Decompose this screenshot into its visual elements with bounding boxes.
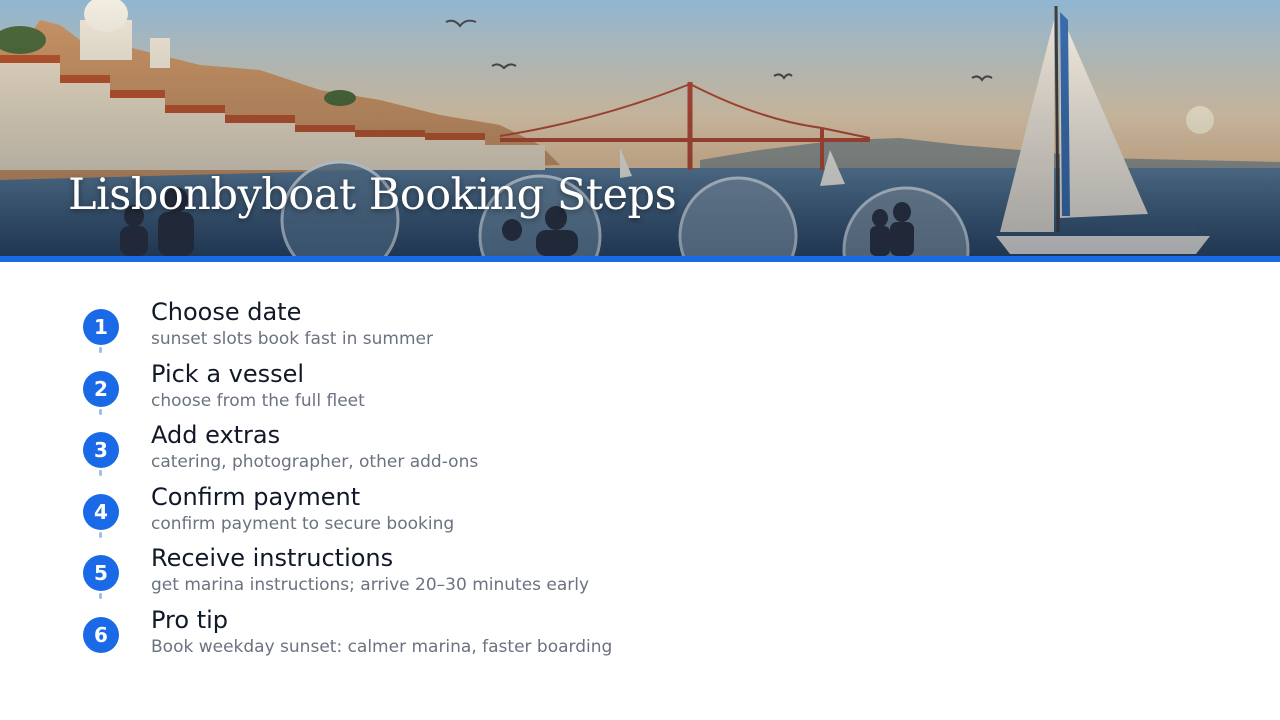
step-title: Pick a vessel bbox=[151, 359, 305, 388]
step-number-badge: 4 bbox=[83, 493, 119, 530]
step-description: Book weekday sunset: calmer marina, fast… bbox=[151, 636, 613, 657]
step-number-badge: 6 bbox=[83, 616, 119, 653]
step-confirm-payment: 4 Confirm payment confirm payment to sec… bbox=[80, 483, 780, 545]
step-connector bbox=[99, 347, 102, 353]
step-number-badge: 5 bbox=[83, 555, 119, 591]
step-title: Choose date bbox=[151, 298, 302, 326]
step-add-extras: 3 Add extras catering, photographer, oth… bbox=[80, 421, 780, 483]
step-pick-vessel: 2 Pick a vessel choose from the full fle… bbox=[80, 360, 780, 422]
step-title: Receive instructions bbox=[151, 544, 394, 572]
step-number-badge: 2 bbox=[83, 370, 119, 407]
step-number-badge: 3 bbox=[83, 432, 119, 468]
booking-steps-list: 1 Choose date sunset slots book fast in … bbox=[80, 298, 780, 667]
page-title: Lisbonbyboat Booking Steps bbox=[68, 170, 677, 220]
step-number-badge: 1 bbox=[83, 309, 119, 345]
step-description: confirm payment to secure booking bbox=[151, 513, 455, 534]
step-connector bbox=[99, 531, 102, 538]
step-title: Pro tip bbox=[151, 605, 229, 634]
step-description: catering, photographer, other add-ons bbox=[151, 452, 479, 472]
step-description: choose from the full fleet bbox=[151, 390, 365, 411]
step-connector bbox=[99, 408, 102, 415]
header-banner: Lisbonbyboat Booking Steps bbox=[0, 0, 1280, 256]
step-receive-instructions: 5 Receive instructions get marina instru… bbox=[80, 544, 780, 606]
step-title: Add extras bbox=[151, 421, 281, 449]
step-description: sunset slots book fast in summer bbox=[151, 329, 433, 349]
step-choose-date: 1 Choose date sunset slots book fast in … bbox=[80, 298, 780, 360]
header-accent-rule bbox=[0, 256, 1280, 262]
step-connector bbox=[99, 593, 102, 599]
step-connector bbox=[99, 470, 102, 476]
step-pro-tip: 6 Pro tip Book weekday sunset: calmer ma… bbox=[80, 606, 780, 668]
step-description: get marina instructions; arrive 20–30 mi… bbox=[151, 575, 590, 595]
step-title: Confirm payment bbox=[151, 482, 361, 511]
